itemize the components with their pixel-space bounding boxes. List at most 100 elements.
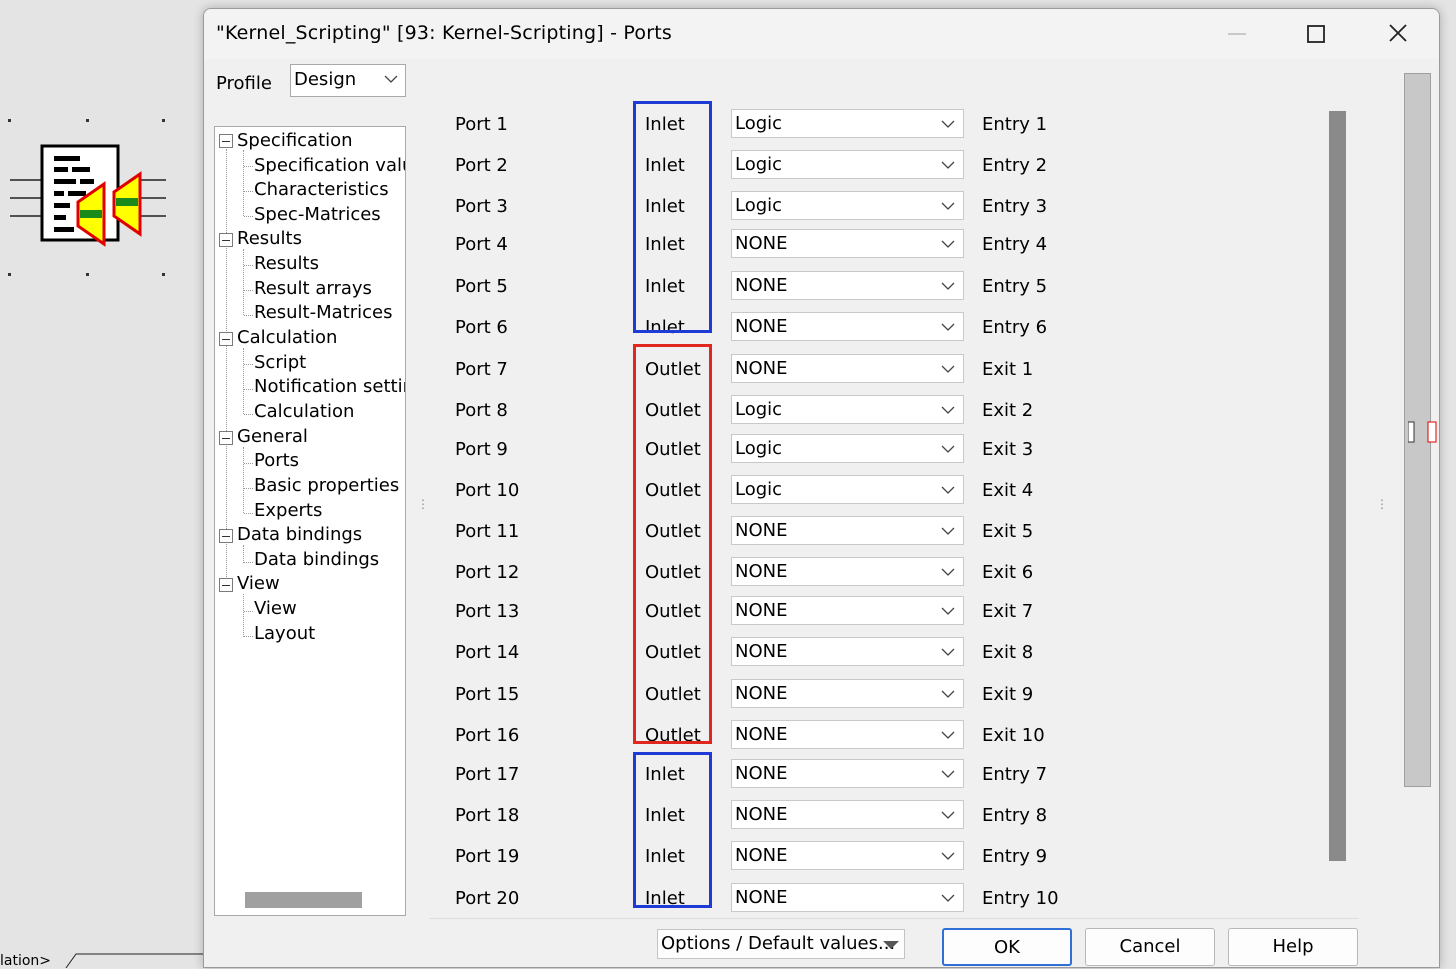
tree-connector: [226, 149, 227, 587]
collapse-icon[interactable]: [219, 134, 233, 148]
tree-connector: [244, 364, 253, 365]
options-default-values-button[interactable]: Options / Default values...: [657, 929, 905, 959]
tree-group-data-bindings[interactable]: Data bindings: [237, 524, 362, 546]
collapse-icon[interactable]: [219, 431, 233, 445]
ports-dialog: "Kernel_Scripting" [93: Kernel-Scripting…: [203, 8, 1440, 968]
port-type-dropdown[interactable]: NONE: [731, 271, 964, 300]
profile-value: Design: [294, 69, 357, 90]
tree-connector: [243, 594, 244, 637]
port-type-dropdown[interactable]: NONE: [731, 557, 964, 586]
tree-item-results[interactable]: Results: [254, 253, 319, 275]
port-type-dropdown[interactable]: NONE: [731, 637, 964, 666]
outlet-group-outline: [633, 344, 712, 744]
profile-label: Profile: [216, 73, 272, 94]
tree-connector: [244, 216, 253, 217]
port-name: Port 14: [455, 642, 520, 663]
port-type-dropdown[interactable]: NONE: [731, 354, 964, 383]
port-type-dropdown[interactable]: Logic: [731, 109, 964, 138]
tree-item-basic-properties[interactable]: Basic properties: [254, 475, 399, 497]
cancel-button[interactable]: Cancel: [1085, 928, 1215, 966]
port-type-dropdown[interactable]: Logic: [731, 150, 964, 179]
port-connection: Exit 7: [982, 601, 1034, 622]
close-button[interactable]: [1384, 21, 1412, 47]
port-row: Port 16 Outlet NONE Exit 10: [429, 720, 1129, 752]
port-name: Port 11: [455, 521, 520, 542]
port-name: Port 2: [455, 155, 508, 176]
port-type-dropdown[interactable]: Logic: [731, 475, 964, 504]
collapse-icon[interactable]: [219, 332, 233, 346]
tree-group-results[interactable]: Results: [237, 228, 302, 250]
tree-item-notification-settings[interactable]: Notification settings: [254, 376, 405, 398]
category-tree[interactable]: Specification Specification values Chara…: [214, 126, 406, 916]
tree-item-result-matrices[interactable]: Result-Matrices: [254, 302, 392, 324]
port-row: Port 19 Inlet NONE Entry 9: [429, 841, 1129, 873]
ok-button[interactable]: OK: [942, 928, 1072, 966]
port-type-dropdown[interactable]: NONE: [731, 720, 964, 749]
port-type-dropdown[interactable]: NONE: [731, 883, 964, 912]
port-type-value: NONE: [735, 683, 788, 704]
help-button[interactable]: Help: [1228, 928, 1358, 966]
port-connection: Exit 2: [982, 400, 1034, 421]
tree-item-characteristics[interactable]: Characteristics: [254, 179, 389, 201]
port-name: Port 6: [455, 317, 508, 338]
tree-item-experts[interactable]: Experts: [254, 500, 322, 522]
collapse-icon[interactable]: [219, 233, 233, 247]
worksheet-tab-label: lation>: [0, 953, 52, 969]
port-row: Port 13 Outlet NONE Exit 7: [429, 596, 1129, 628]
tree-item-layout[interactable]: Layout: [254, 623, 315, 645]
port-type-value: NONE: [735, 641, 788, 662]
port-name: Port 15: [455, 684, 520, 705]
tree-item-calculation[interactable]: Calculation: [254, 401, 354, 423]
maximize-button[interactable]: [1302, 21, 1330, 47]
port-type-value: Logic: [735, 399, 783, 420]
chevron-down-icon: [941, 607, 955, 615]
port-row: Port 12 Outlet NONE Exit 6: [429, 557, 1129, 589]
port-type-dropdown[interactable]: NONE: [731, 229, 964, 258]
chevron-down-icon: [941, 202, 955, 210]
ports-scrollbar-thumb[interactable]: [1329, 111, 1346, 861]
tree-item-data-bindings[interactable]: Data bindings: [254, 549, 379, 571]
port-type-dropdown[interactable]: NONE: [731, 679, 964, 708]
window-title: "Kernel_Scripting" [93: Kernel-Scripting…: [216, 22, 672, 44]
chevron-down-icon: [941, 323, 955, 331]
tree-connector: [243, 249, 244, 315]
tree-group-view[interactable]: View: [237, 573, 280, 595]
tree-item-view[interactable]: View: [254, 598, 297, 620]
tree-connector: [243, 348, 244, 414]
port-type-dropdown[interactable]: Logic: [731, 191, 964, 220]
splitter-handle-right[interactable]: ⋮: [1376, 497, 1388, 511]
port-type-dropdown[interactable]: Logic: [731, 395, 964, 424]
tree-item-spec-matrices[interactable]: Spec-Matrices: [254, 204, 381, 226]
port-type-dropdown[interactable]: NONE: [731, 759, 964, 788]
port-type-dropdown[interactable]: NONE: [731, 516, 964, 545]
tree-item-ports[interactable]: Ports: [254, 450, 299, 472]
port-type-dropdown[interactable]: Logic: [731, 434, 964, 463]
tree-item-result-arrays[interactable]: Result arrays: [254, 278, 372, 300]
tree-group-general[interactable]: General: [237, 426, 308, 448]
tree-group-specification[interactable]: Specification: [237, 130, 353, 152]
tree-group-calculation[interactable]: Calculation: [237, 327, 337, 349]
tree-item-script[interactable]: Script: [254, 352, 306, 374]
splitter-handle[interactable]: ⋮: [417, 497, 429, 511]
minimize-button[interactable]: [1224, 21, 1252, 47]
port-type-dropdown[interactable]: NONE: [731, 800, 964, 829]
chevron-down-icon: [941, 648, 955, 656]
tree-horizontal-scrollbar[interactable]: [245, 892, 362, 908]
kernel-scripting-block-icon[interactable]: [8, 140, 168, 250]
collapse-icon[interactable]: [219, 578, 233, 592]
profile-dropdown[interactable]: Design: [290, 64, 406, 97]
port-type-dropdown[interactable]: NONE: [731, 596, 964, 625]
tree-item-specification-values[interactable]: Specification values: [254, 155, 405, 177]
collapse-icon[interactable]: [219, 529, 233, 543]
port-connection: Entry 3: [982, 196, 1048, 217]
port-connection: Exit 5: [982, 521, 1034, 542]
port-type-dropdown[interactable]: NONE: [731, 841, 964, 870]
tree-connector: [244, 166, 253, 167]
title-bar[interactable]: "Kernel_Scripting" [93: Kernel-Scripting…: [204, 9, 1439, 59]
port-name: Port 1: [455, 114, 508, 135]
port-type-value: Logic: [735, 195, 783, 216]
worksheet-tab[interactable]: lation>: [0, 953, 210, 969]
port-name: Port 12: [455, 562, 520, 583]
port-type-dropdown[interactable]: NONE: [731, 312, 964, 341]
port-row: Port 9 Outlet Logic Exit 3: [429, 434, 1129, 466]
